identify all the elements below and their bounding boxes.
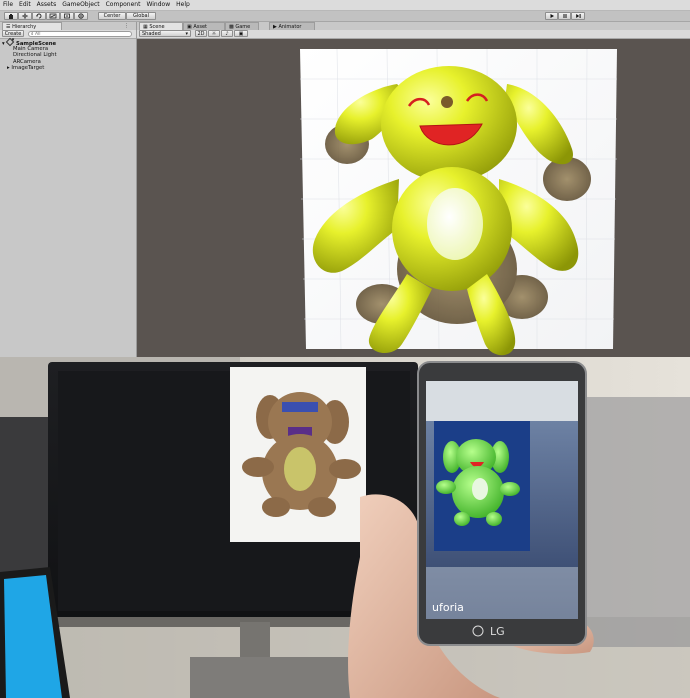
hand-tool-button[interactable] [4, 12, 18, 20]
scene-audio-toggle[interactable]: ♪ [221, 30, 233, 37]
rect-tool-icon [64, 13, 70, 19]
pause-icon [563, 14, 566, 18]
hierarchy-item-imagetarget[interactable]: ▸ ImageTarget [0, 65, 136, 72]
tab-animator[interactable]: ▶ Animator [269, 22, 315, 30]
right-shelf [580, 397, 690, 647]
hierarchy-search-input[interactable]: ⌕ All [28, 31, 132, 37]
image-effects-icon: ▣ [238, 31, 244, 37]
ar-demo-photo: uforia LG [0, 357, 690, 698]
menu-window[interactable]: Window [143, 0, 173, 10]
step-button[interactable] [571, 12, 585, 20]
photo-scene: uforia LG [0, 357, 690, 698]
pivot-center-label: Center [103, 13, 121, 19]
shading-mode-dropdown[interactable]: Shaded ▾ [139, 30, 191, 37]
play-icon [550, 14, 554, 18]
hierarchy-tree: ▾ SampleScene Main Camera Directional Li… [0, 37, 136, 72]
hierarchy-item-label: ImageTarget [11, 65, 45, 71]
sun-icon: ☼ [211, 31, 217, 37]
tab-game[interactable]: ▩ Game [225, 22, 259, 30]
scale-icon [49, 13, 57, 19]
pause-button[interactable] [558, 12, 571, 20]
pivot-center-toggle[interactable]: Center [98, 12, 126, 20]
tab-hierarchy[interactable]: ☰ Hierarchy [2, 22, 62, 30]
unity-editor-window: File Edit Assets GameObject Component Window H… [0, 0, 690, 357]
menu-edit[interactable]: Edit [16, 0, 34, 10]
hierarchy-toolbar: Create ▾ ⌕ All [0, 30, 136, 43]
move-arrows-icon [22, 13, 28, 19]
panel-menu-icon[interactable]: ⋮ [124, 22, 129, 30]
expand-arrow-icon[interactable]: ▾ [2, 41, 5, 47]
menu-assets[interactable]: Assets [34, 0, 60, 10]
play-button[interactable] [545, 12, 558, 20]
menu-help[interactable]: Help [173, 0, 193, 10]
rotate-tool-button[interactable] [32, 12, 46, 20]
dropdown-arrow-icon: ▾ [185, 31, 188, 37]
tab-scene[interactable]: ▦ Scene [139, 22, 183, 30]
scene-effects-dropdown[interactable]: ▣ [234, 30, 248, 37]
menu-component[interactable]: Component [103, 0, 144, 10]
menu-bar: File Edit Assets GameObject Component Window H… [0, 0, 690, 11]
tab-asset-store[interactable]: ▣ Asset Store [183, 22, 225, 38]
search-placeholder: All [34, 32, 41, 37]
scene-lighting-toggle[interactable]: ☼ [208, 30, 220, 37]
collapsed-arrow-icon[interactable]: ▸ [7, 65, 10, 71]
hierarchy-item-label: ARCamera [13, 58, 41, 65]
scene-toolbar: Shaded ▾ 2D ☼ ♪ ▣ [137, 30, 690, 39]
move-tool-button[interactable] [18, 12, 32, 20]
space-global-label: Global [133, 13, 149, 19]
hierarchy-item-label: Directional Light [13, 52, 57, 58]
create-dropdown[interactable]: Create ▾ [2, 30, 24, 43]
rotate-icon [36, 13, 42, 19]
space-global-toggle[interactable]: Global [126, 12, 156, 20]
phone-screen-ceiling [426, 381, 578, 421]
menu-gameobject[interactable]: GameObject [59, 0, 102, 10]
hand-icon [9, 14, 13, 19]
scene-panel: ▦ Scene ▣ Asset Store ▩ Game ▶ Animator … [137, 22, 690, 357]
2d-mode-label: 2D [197, 31, 205, 37]
scene-render [300, 48, 617, 356]
2d-mode-toggle[interactable]: 2D [195, 30, 207, 37]
shading-mode-label: Shaded [142, 31, 161, 37]
rect-tool-button[interactable] [60, 12, 74, 20]
create-label: Create [4, 31, 22, 37]
search-icon: ⌕ [31, 32, 34, 37]
main-toolbar: Center Global [0, 11, 690, 22]
hierarchy-panel: ☰ Hierarchy ⋮ Create ▾ ⌕ All ▾ SampleSce… [0, 22, 137, 357]
hierarchy-item-label: Main Camera [13, 45, 49, 52]
scene-viewport[interactable] [137, 39, 690, 357]
menu-file[interactable]: File [0, 0, 16, 10]
scale-tool-button[interactable] [46, 12, 60, 20]
lg-logo: LG [490, 625, 505, 638]
step-icon [575, 14, 581, 18]
transform-icon [78, 13, 84, 19]
vuforia-watermark: uforia [432, 601, 464, 614]
speaker-icon: ♪ [225, 31, 229, 37]
transform-tool-button[interactable] [74, 12, 88, 20]
